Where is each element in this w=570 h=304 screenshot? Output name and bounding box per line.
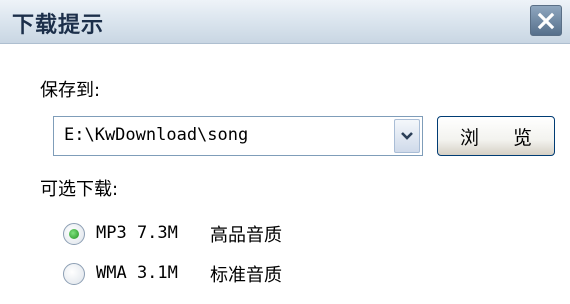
option-mp3-format[interactable]: MP3 7.3M xyxy=(96,223,178,243)
radio-wma[interactable] xyxy=(63,263,85,285)
radio-mp3[interactable] xyxy=(63,223,85,245)
radio-selected-dot xyxy=(69,229,79,239)
dialog-title: 下载提示 xyxy=(12,13,105,38)
save-path-combobox[interactable]: E:\KwDownload\song xyxy=(53,116,423,156)
chevron-down-icon xyxy=(401,132,413,140)
save-path-value[interactable]: E:\KwDownload\song xyxy=(64,125,248,145)
save-to-label: 保存到: xyxy=(40,80,101,101)
browse-button[interactable]: 浏 览 xyxy=(437,116,555,156)
download-options-label: 可选下载: xyxy=(40,179,119,200)
close-icon xyxy=(537,12,555,29)
option-wma-quality[interactable]: 标准音质 xyxy=(210,261,282,287)
close-button[interactable] xyxy=(530,5,562,36)
option-wma-format[interactable]: WMA 3.1M xyxy=(96,263,178,283)
title-bar: 下载提示 xyxy=(0,0,570,44)
path-dropdown-button[interactable] xyxy=(394,119,420,153)
option-mp3-quality[interactable]: 高品音质 xyxy=(210,221,282,247)
